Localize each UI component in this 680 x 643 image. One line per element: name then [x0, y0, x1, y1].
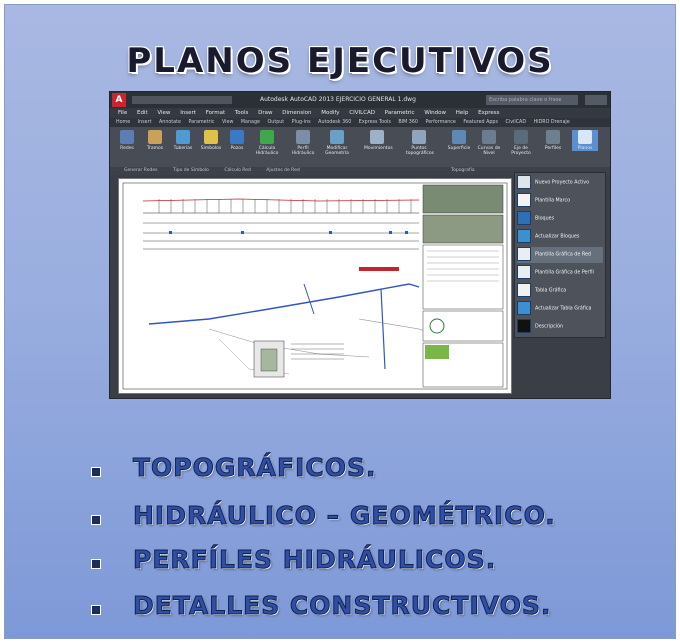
menu-item: Insert	[180, 110, 196, 116]
ribbon-button: Cálculo Hidráulico	[254, 130, 280, 156]
ribbon-tab: Autodesk 360	[318, 120, 352, 125]
bullet-text: PERFÍLES HIDRÁULICOS.	[132, 545, 497, 575]
ribbon-tab: CivilCAD	[505, 120, 527, 125]
ribbon-button: Tuberías	[170, 130, 196, 151]
menu-item: Tools	[234, 110, 249, 116]
ribbon-button: Tramos	[142, 130, 168, 151]
bullet-marker	[91, 605, 101, 615]
ribbon-tab: Featured Apps	[463, 120, 498, 125]
ribbon-button: Simbolos	[198, 130, 224, 151]
window-title: Autodesk AutoCAD 2013 EJERCICIO GENERAL …	[260, 96, 416, 103]
menu-option: Actualizar Bloques	[517, 229, 603, 245]
ribbon-tab: View	[222, 120, 234, 125]
ribbon-tab: Express Tools	[358, 120, 391, 125]
menu-option: Plantilla Gráfica de Red	[517, 247, 603, 263]
ribbon-button: Eje de Proyecto	[508, 130, 534, 156]
menu-item: File	[118, 110, 128, 116]
ribbon-button: Redes	[114, 130, 140, 151]
window-controls	[585, 95, 607, 105]
menu-item: Dimension	[282, 110, 312, 116]
menu-option: Actualizar Tabla Gráfica	[517, 301, 603, 317]
ribbon-button: Perfiles	[540, 130, 566, 151]
ribbon-panel: Redes Tramos Tuberías Simbolos Pozos Cál…	[110, 127, 610, 168]
menu-item: Draw	[258, 110, 273, 116]
page-title: PLANOS EJECUTIVOS	[126, 41, 554, 81]
panel-label: Tipo de Símbolo	[172, 168, 209, 173]
ribbon-tabs: Home Insert Annotate Parametric View Man…	[110, 118, 610, 127]
slide: PLANOS EJECUTIVOS A Autodesk AutoCAD 201…	[4, 4, 676, 639]
menu-item: Express	[478, 110, 500, 116]
panel-label: Ajustes de Red	[266, 168, 300, 173]
menu-option: Plantilla Gráfica de Perfil	[517, 265, 603, 281]
ribbon-tab: BIM 360	[398, 120, 418, 125]
ribbon-button: Perfil Hidráulico	[290, 130, 316, 156]
bullet-text: HIDRÁULICO – GEOMÉTRICO.	[133, 501, 556, 531]
ribbon-tab: Performance	[425, 120, 456, 125]
ribbon-tab: Parametric	[188, 120, 215, 125]
bullet-marker	[91, 559, 101, 569]
list-item: TOPOGRÁFICOS.	[5, 453, 675, 489]
ribbon-tab: Insert	[137, 120, 152, 125]
autocad-logo-icon: A	[112, 93, 126, 107]
ribbon-tab: Home	[116, 120, 131, 125]
ribbon-button: Curvas de Nivel	[476, 130, 502, 156]
menu-item: Edit	[136, 110, 148, 116]
list-item: DETALLES CONSTRUCTIVOS.	[5, 591, 675, 627]
bullet-marker	[91, 467, 101, 477]
menu-item: Window	[424, 110, 447, 116]
menu-item: View	[157, 110, 171, 116]
menu-option: Descripción	[517, 319, 603, 335]
ribbon-tab: HIDRO Drenaje	[533, 120, 570, 125]
menu-option: Nuevo Proyecto Activo	[517, 175, 603, 191]
ribbon-button: Planos	[572, 130, 598, 151]
menu-item: Help	[455, 110, 469, 116]
menu-option: Tabla Gráfica	[517, 283, 603, 299]
menu-item: Parametric	[384, 110, 415, 116]
bullet-text: TOPOGRÁFICOS.	[132, 453, 377, 483]
quick-access-toolbar	[132, 96, 232, 104]
drawing-canvas	[118, 178, 512, 394]
ribbon-button: Pozos	[224, 130, 250, 151]
ribbon-button: Movimientos	[364, 130, 393, 151]
menu-option: Bloques	[517, 211, 603, 227]
list-item: PERFÍLES HIDRÁULICOS.	[5, 545, 675, 581]
ribbon-button: Modificar Geometría	[324, 130, 350, 156]
bullet-text: DETALLES CONSTRUCTIVOS.	[132, 591, 552, 621]
ribbon-button: Puntos topográficos	[406, 130, 434, 156]
list-item: HIDRÁULICO – GEOMÉTRICO.	[5, 501, 675, 537]
menu-item: CIVILCAD	[349, 110, 376, 116]
planos-dropdown-menu: Nuevo Proyecto Activo Plantilla Marco Bl…	[514, 172, 606, 338]
bullet-marker	[91, 515, 101, 525]
menu-item: Format	[205, 110, 226, 116]
ribbon-tab: Output	[267, 120, 285, 125]
window-titlebar: A Autodesk AutoCAD 2013 EJERCICIO GENERA…	[110, 92, 610, 108]
ribbon-tab: Annotate	[159, 120, 181, 125]
software-screenshot: A Autodesk AutoCAD 2013 EJERCICIO GENERA…	[109, 91, 611, 399]
menu-bar: File Edit View Insert Format Tools Draw …	[110, 108, 610, 118]
panel-label: Cálculo Red	[224, 168, 251, 173]
ribbon-tab: Manage	[240, 120, 260, 125]
ribbon-tab: Plug-ins	[291, 120, 311, 125]
menu-option: Plantilla Marco	[517, 193, 603, 209]
menu-item: Modify	[321, 110, 340, 116]
panel-label: Topografía	[451, 168, 475, 173]
ribbon-button: Superficie	[446, 130, 472, 151]
panel-label: Generar Redes	[124, 168, 158, 173]
search-box: Escriba palabra clave o frase	[486, 95, 578, 105]
